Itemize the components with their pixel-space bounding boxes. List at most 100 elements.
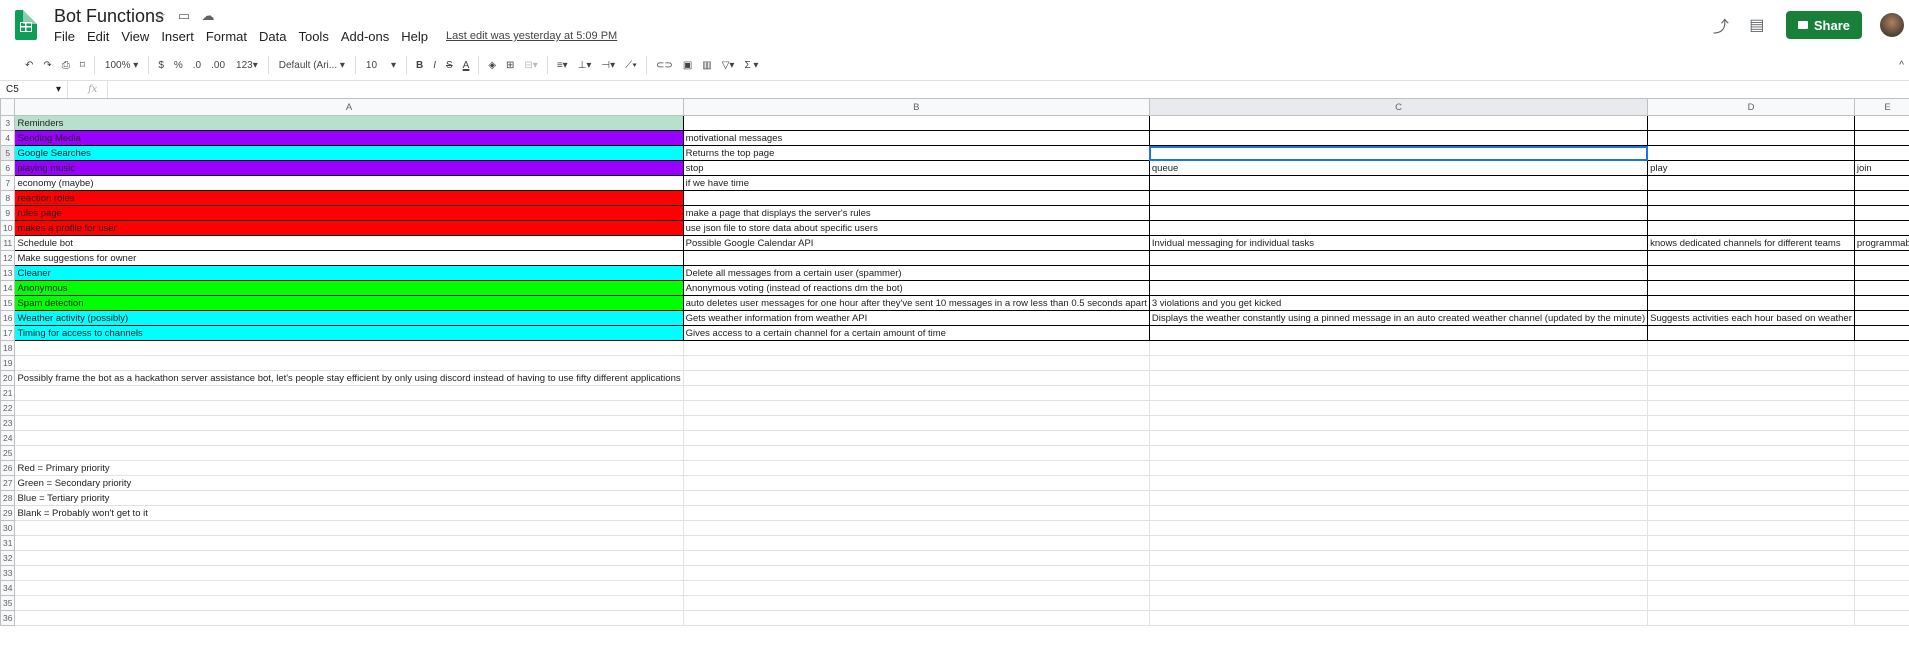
- horizontal-align-icon[interactable]: ≡▾: [552, 55, 573, 75]
- cell[interactable]: [682, 535, 1150, 551]
- cell[interactable]: [1647, 295, 1855, 311]
- cell[interactable]: Reminders: [14, 115, 684, 131]
- cell[interactable]: [1647, 490, 1855, 506]
- bold-button[interactable]: B: [411, 55, 428, 75]
- cell[interactable]: playing music: [14, 160, 684, 176]
- cell[interactable]: [1853, 130, 1909, 146]
- avatar[interactable]: [1880, 13, 1904, 37]
- cell[interactable]: [1647, 595, 1855, 611]
- cell[interactable]: [682, 430, 1150, 446]
- column-header[interactable]: D: [1647, 98, 1855, 116]
- menu-tools[interactable]: Tools: [292, 29, 334, 44]
- cell[interactable]: [1647, 130, 1855, 146]
- cell[interactable]: [1647, 280, 1855, 296]
- cell[interactable]: [682, 475, 1150, 491]
- move-folder-icon[interactable]: ▭: [176, 8, 192, 24]
- cell[interactable]: [1647, 190, 1855, 206]
- cell[interactable]: [1647, 445, 1855, 461]
- cell[interactable]: [1148, 265, 1649, 281]
- cell[interactable]: [1647, 400, 1855, 416]
- cell[interactable]: [1148, 445, 1649, 461]
- cell[interactable]: [1647, 265, 1855, 281]
- cell[interactable]: [1148, 190, 1649, 206]
- row-header[interactable]: 6: [0, 160, 16, 176]
- cell[interactable]: Google Searches: [14, 145, 684, 161]
- row-header[interactable]: 3: [0, 115, 16, 131]
- cell[interactable]: auto deletes user messages for one hour …: [682, 295, 1150, 311]
- row-header[interactable]: 29: [0, 505, 16, 521]
- cell[interactable]: [1853, 565, 1909, 581]
- cell[interactable]: [1853, 325, 1909, 341]
- row-header[interactable]: 17: [0, 325, 16, 341]
- cloud-status-icon[interactable]: ☁: [200, 8, 216, 24]
- row-header[interactable]: 28: [0, 490, 16, 506]
- cell[interactable]: Weather activity (possibly): [14, 310, 684, 326]
- formula-input[interactable]: [108, 81, 1909, 98]
- row-header[interactable]: 36: [0, 610, 16, 626]
- activity-trend-icon[interactable]: ⤴: [1706, 10, 1736, 40]
- cell[interactable]: if we have time: [682, 175, 1150, 191]
- cell[interactable]: Red = Primary priority: [14, 460, 684, 476]
- column-header[interactable]: E: [1853, 98, 1909, 116]
- row-header[interactable]: 32: [0, 550, 16, 566]
- cell[interactable]: [1853, 265, 1909, 281]
- cell[interactable]: [682, 565, 1150, 581]
- cell[interactable]: [1853, 475, 1909, 491]
- row-header[interactable]: 34: [0, 580, 16, 596]
- text-wrap-icon[interactable]: ⊣▾: [596, 55, 620, 75]
- italic-button[interactable]: I: [428, 55, 441, 75]
- cell[interactable]: [1647, 415, 1855, 431]
- row-header[interactable]: 22: [0, 400, 16, 416]
- menu-edit[interactable]: Edit: [81, 29, 115, 44]
- cell[interactable]: [1148, 490, 1649, 506]
- cell[interactable]: [1853, 220, 1909, 236]
- cell[interactable]: Returns the top page: [682, 145, 1150, 161]
- cell[interactable]: [1647, 580, 1855, 596]
- font-select[interactable]: Default (Ari... ▾: [273, 55, 351, 75]
- row-header[interactable]: 19: [0, 355, 16, 371]
- fill-color-icon[interactable]: ◈: [483, 55, 501, 75]
- cell[interactable]: [1148, 280, 1649, 296]
- cell[interactable]: motivational messages: [682, 130, 1150, 146]
- menu-view[interactable]: View: [115, 29, 155, 44]
- insert-comment-icon[interactable]: ▣: [678, 55, 697, 75]
- cell[interactable]: [1853, 520, 1909, 536]
- cell[interactable]: [1853, 430, 1909, 446]
- row-header[interactable]: 10: [0, 220, 16, 236]
- cell[interactable]: [1647, 565, 1855, 581]
- row-header[interactable]: 25: [0, 445, 16, 461]
- cell[interactable]: [1148, 385, 1649, 401]
- cell[interactable]: [1647, 355, 1855, 371]
- comments-icon[interactable]: ▤: [1742, 10, 1772, 40]
- menu-insert[interactable]: Insert: [155, 29, 200, 44]
- cell[interactable]: [1148, 580, 1649, 596]
- cell[interactable]: use json file to store data about specif…: [682, 220, 1150, 236]
- cell[interactable]: Gets weather information from weather AP…: [682, 310, 1150, 326]
- cell[interactable]: [1148, 175, 1649, 191]
- cell[interactable]: [14, 580, 684, 596]
- undo-icon[interactable]: ↶: [20, 55, 38, 75]
- cell[interactable]: [682, 595, 1150, 611]
- cell[interactable]: [682, 355, 1150, 371]
- cell[interactable]: [1148, 250, 1649, 266]
- row-header[interactable]: 31: [0, 535, 16, 551]
- star-icon[interactable]: ☆: [152, 8, 168, 24]
- cell[interactable]: [682, 370, 1150, 386]
- cell[interactable]: Displays the weather constantly using a …: [1148, 310, 1649, 326]
- cell[interactable]: [1647, 115, 1855, 131]
- print-icon[interactable]: ⎙: [57, 55, 75, 75]
- zoom-select[interactable]: 100% ▾: [99, 55, 144, 75]
- cell[interactable]: [1148, 145, 1649, 161]
- cell[interactable]: [1853, 535, 1909, 551]
- cell[interactable]: [1148, 355, 1649, 371]
- paint-format-icon[interactable]: ⌑: [75, 55, 90, 75]
- strikethrough-button[interactable]: S: [441, 55, 458, 75]
- collapse-toolbar-icon[interactable]: ^: [1894, 55, 1909, 75]
- cell[interactable]: Gives access to a certain channel for a …: [682, 325, 1150, 341]
- cell[interactable]: [1647, 550, 1855, 566]
- text-color-button[interactable]: A: [458, 55, 475, 75]
- cell[interactable]: [14, 400, 684, 416]
- cell[interactable]: [1647, 145, 1855, 161]
- decrease-decimal-button[interactable]: .0: [188, 55, 206, 75]
- menu-format[interactable]: Format: [200, 29, 253, 44]
